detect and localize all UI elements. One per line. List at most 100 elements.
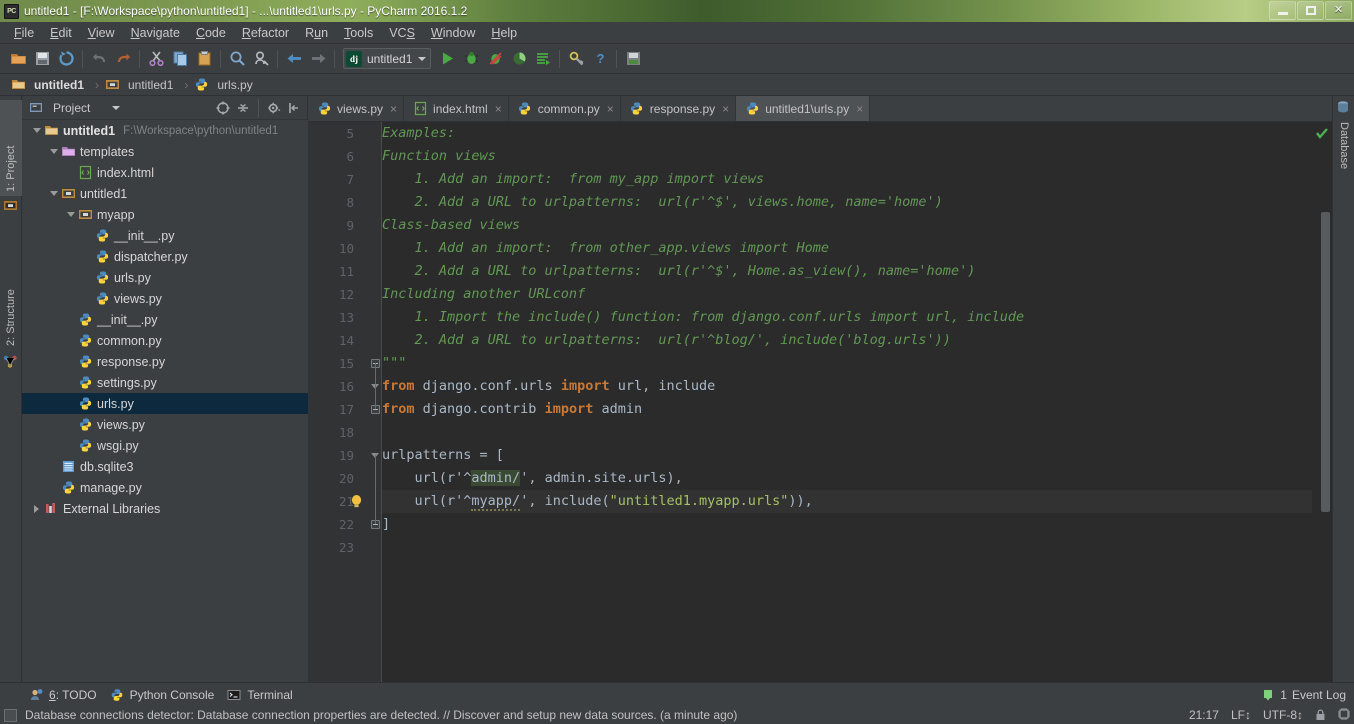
menu-refactor[interactable]: Refactor	[234, 23, 297, 43]
menu-vcs[interactable]: VCS	[381, 23, 423, 43]
breadcrumb-item-project[interactable]: untitled1	[6, 76, 94, 94]
code-line[interactable]: urlpatterns = [	[382, 444, 1312, 467]
replace-icon[interactable]	[249, 47, 273, 71]
breadcrumb-item-module[interactable]: untitled1	[100, 76, 183, 94]
code-line[interactable]: Function views	[382, 145, 1312, 168]
code-line[interactable]: from django.contrib import admin	[382, 398, 1312, 421]
find-icon[interactable]	[225, 47, 249, 71]
debug-icon[interactable]	[459, 47, 483, 71]
editor-tab-index-html[interactable]: index.html ×	[404, 96, 509, 121]
editor-tab-response-py[interactable]: response.py ×	[620, 96, 737, 121]
tree-item-settings-py[interactable]: settings.py	[22, 372, 308, 393]
tree-item-urls-py[interactable]: urls.py	[22, 393, 308, 414]
intention-bulb-icon[interactable]	[350, 494, 363, 509]
code-line[interactable]: url(r'^admin/', admin.site.urls),	[382, 467, 1312, 490]
tree-item-external-libraries[interactable]: External Libraries	[22, 498, 308, 519]
help-icon[interactable]: ?	[588, 47, 612, 71]
menu-help[interactable]: Help	[483, 23, 525, 43]
tool-button-todo[interactable]: 6: TODO	[26, 685, 107, 705]
code-line[interactable]: 2. Add a URL to urlpatterns: url(r'^blog…	[382, 329, 1312, 352]
collapse-all-icon[interactable]	[234, 99, 252, 117]
file-encoding[interactable]: UTF-8↕	[1263, 708, 1303, 722]
close-icon[interactable]: ×	[856, 103, 863, 115]
code-text-area[interactable]: Examples: Function views 1. Add an import…	[382, 122, 1312, 682]
cut-icon[interactable]	[144, 47, 168, 71]
menu-window[interactable]: Window	[423, 23, 483, 43]
tree-item-myapp[interactable]: myapp	[22, 204, 308, 225]
forward-icon[interactable]	[306, 47, 330, 71]
open-folder-icon[interactable]	[6, 47, 30, 71]
menu-edit[interactable]: Edit	[42, 23, 80, 43]
tree-item-db-sqlite3[interactable]: db.sqlite3	[22, 456, 308, 477]
undo-icon[interactable]	[87, 47, 111, 71]
close-icon[interactable]: ×	[495, 103, 502, 115]
memory-indicator-icon[interactable]	[1338, 707, 1350, 723]
code-line[interactable]: ]	[382, 513, 1312, 536]
chevron-down-icon[interactable]	[47, 183, 60, 204]
run-configuration-selector[interactable]: dj untitled1	[343, 48, 432, 69]
chevron-down-icon[interactable]	[47, 141, 60, 162]
tree-item-templates[interactable]: templates	[22, 141, 308, 162]
maximize-button[interactable]	[1297, 1, 1324, 20]
code-line[interactable]: """	[382, 352, 1312, 375]
chevron-down-icon[interactable]	[64, 204, 77, 225]
menu-view[interactable]: View	[80, 23, 123, 43]
target-icon[interactable]	[214, 99, 232, 117]
hide-panel-icon[interactable]	[285, 99, 303, 117]
code-line[interactable]: 1. Add an import: from other_app.views i…	[382, 237, 1312, 260]
chevron-down-icon[interactable]	[112, 105, 121, 110]
code-line[interactable]: 1. Import the include() function: from d…	[382, 306, 1312, 329]
tree-item-response-py[interactable]: response.py	[22, 351, 308, 372]
code-line[interactable]: 1. Add an import: from my_app import vie…	[382, 168, 1312, 191]
code-editor[interactable]: 5 6 7 8 9 10 11 12 13 14 15 16 17 18 19 20 21 22 23 Exampl…	[308, 122, 1332, 682]
close-icon[interactable]: ×	[390, 103, 397, 115]
editor-tab-untitled1-urls-py[interactable]: untitled1\urls.py ×	[736, 96, 871, 121]
code-line[interactable]: from django.conf.urls import url, includ…	[382, 375, 1312, 398]
back-icon[interactable]	[282, 47, 306, 71]
tree-item-manage-py[interactable]: manage.py	[22, 477, 308, 498]
copy-icon[interactable]	[168, 47, 192, 71]
database-sync-icon[interactable]	[621, 47, 645, 71]
tree-item-dispatcher-py[interactable]: dispatcher.py	[22, 246, 308, 267]
code-line[interactable]	[382, 536, 1312, 559]
code-line[interactable]: Including another URLconf	[382, 283, 1312, 306]
chevron-right-icon[interactable]	[30, 498, 43, 519]
profile-icon[interactable]	[507, 47, 531, 71]
close-icon[interactable]: ×	[722, 103, 729, 115]
tree-item-views-py[interactable]: views.py	[22, 414, 308, 435]
chevron-down-icon[interactable]	[30, 120, 43, 141]
settings-icon[interactable]	[564, 47, 588, 71]
gear-icon[interactable]	[265, 99, 283, 117]
tree-item-views-py[interactable]: views.py	[22, 288, 308, 309]
menu-file[interactable]: File	[6, 23, 42, 43]
project-tree[interactable]: untitled1 F:\Workspace\python\untitled1 te…	[22, 120, 308, 682]
tool-button-python-console[interactable]: Python Console	[107, 685, 225, 705]
tree-item-index-html[interactable]: index.html	[22, 162, 308, 183]
menu-run[interactable]: Run	[297, 23, 336, 43]
paste-icon[interactable]	[192, 47, 216, 71]
code-line[interactable]	[382, 421, 1312, 444]
inspection-status-icon[interactable]	[1315, 126, 1330, 144]
code-line[interactable]: url(r'^myapp/', include("untitled1.myapp…	[382, 490, 1312, 513]
redo-icon[interactable]	[111, 47, 135, 71]
code-line[interactable]: Class-based views	[382, 214, 1312, 237]
sync-refresh-icon[interactable]	[54, 47, 78, 71]
tree-item--init-py[interactable]: __init__.py	[22, 309, 308, 330]
coverage-icon[interactable]	[483, 47, 507, 71]
tree-item-common-py[interactable]: common.py	[22, 330, 308, 351]
run-icon[interactable]	[435, 47, 459, 71]
caret-position[interactable]: 21:17	[1189, 708, 1219, 722]
editor-scrollbar[interactable]	[1321, 212, 1330, 512]
event-log-button[interactable]: 1 Event Log	[1260, 687, 1346, 703]
tree-item-urls-py[interactable]: urls.py	[22, 267, 308, 288]
sidebar-item-structure[interactable]: 2: Structure	[0, 224, 22, 350]
code-line[interactable]: Examples:	[382, 122, 1312, 145]
breadcrumb-item-file[interactable]: urls.py	[189, 76, 262, 94]
code-folding-gutter[interactable]	[368, 122, 382, 682]
tool-button-terminal[interactable]: Terminal	[224, 685, 302, 705]
sidebar-item-database[interactable]: Database	[1333, 118, 1354, 208]
tree-item-wsgi-py[interactable]: wsgi.py	[22, 435, 308, 456]
run-with-console-icon[interactable]	[531, 47, 555, 71]
minimize-button[interactable]	[1269, 1, 1296, 20]
code-line[interactable]: 2. Add a URL to urlpatterns: url(r'^$', …	[382, 260, 1312, 283]
